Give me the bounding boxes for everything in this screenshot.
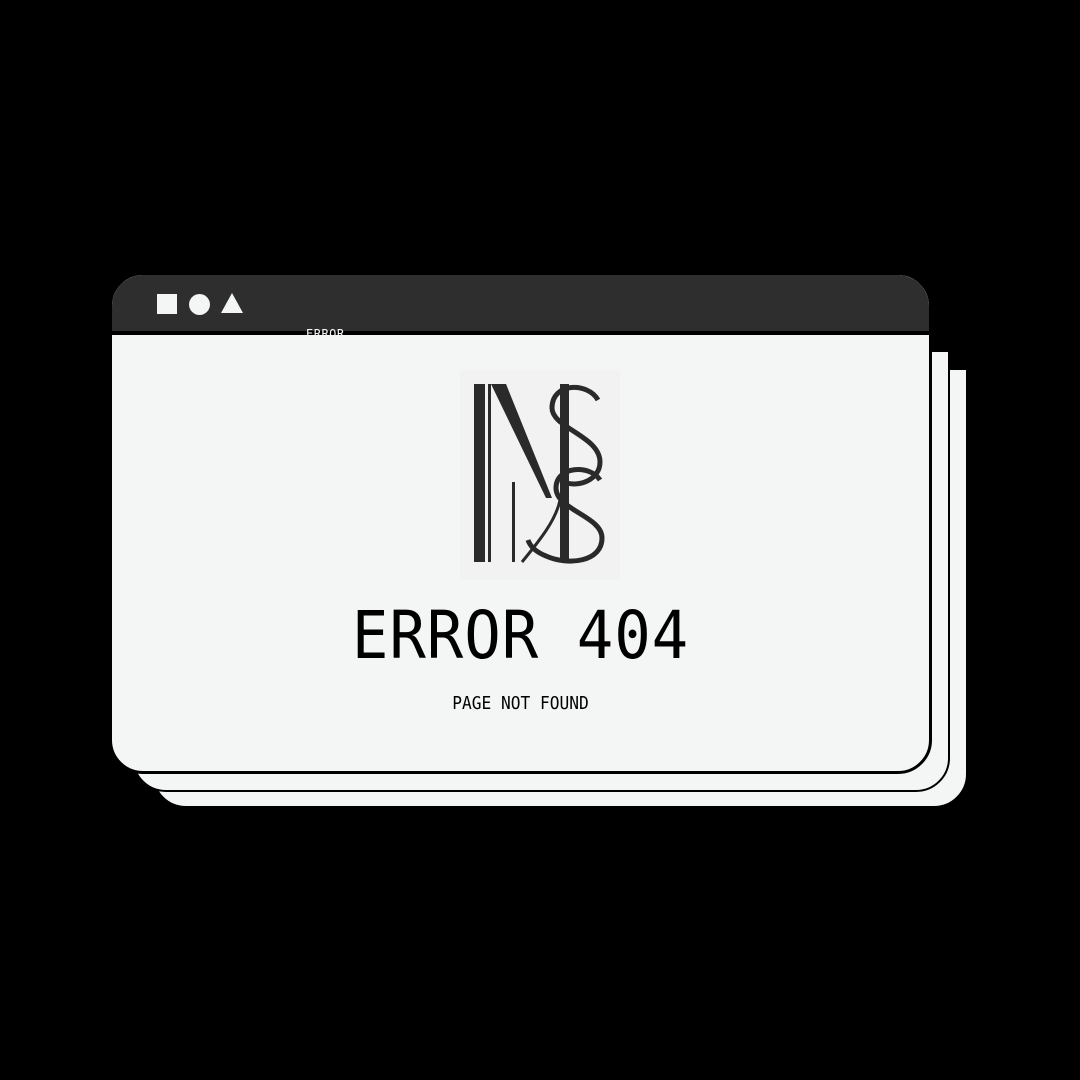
tab-label[interactable]: ERROR	[306, 327, 345, 335]
triangle-icon[interactable]	[221, 293, 243, 313]
browser-window: ERROR ERROR 404 PAGE NOT FOUND	[109, 272, 932, 774]
circle-icon[interactable]	[189, 294, 210, 315]
window-titlebar: ERROR	[112, 275, 929, 335]
error-subtitle: PAGE NOT FOUND	[452, 693, 589, 714]
square-icon[interactable]	[157, 294, 177, 314]
ns-monogram-logo	[460, 370, 620, 580]
error-title: ERROR 404	[351, 597, 690, 674]
stage: ERROR ERROR 404 PAGE NOT FOUND	[0, 0, 1080, 1080]
ns-monogram-logo-svg	[474, 384, 605, 564]
